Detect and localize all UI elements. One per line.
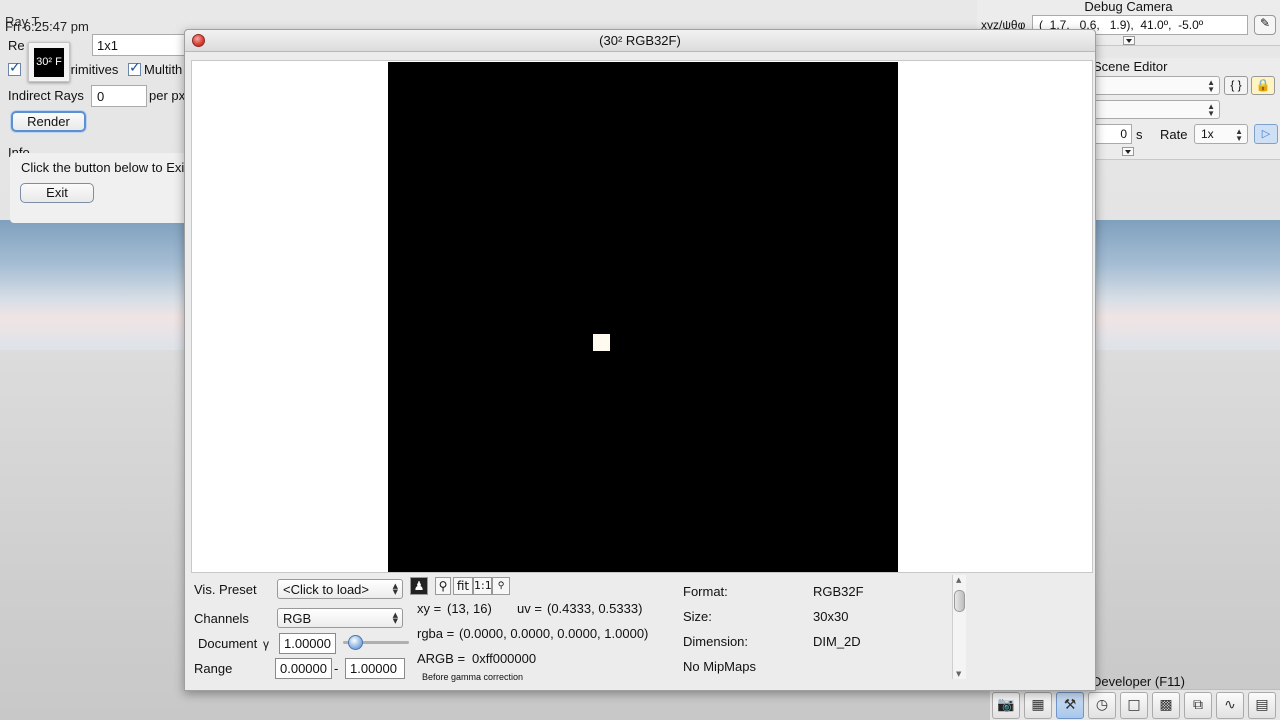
- multithread-checkbox[interactable]: [128, 60, 141, 76]
- window-titlebar[interactable]: (30² RGB32F): [185, 30, 1095, 52]
- document-gamma-label: Document: [198, 636, 258, 651]
- dimension-value: DIM_2D: [813, 634, 861, 649]
- gamma-symbol: γ: [263, 637, 269, 651]
- range-max-input[interactable]: 1.00000: [345, 658, 405, 679]
- camera-icon[interactable]: 📷: [992, 692, 1020, 719]
- indirect-rays-label: Indirect Rays: [8, 88, 84, 103]
- texture-thumbnail[interactable]: 30² F: [28, 42, 70, 82]
- updown-arrows-icon: ▲ ▼: [1207, 102, 1215, 118]
- developer-label: Developer (F11): [1092, 674, 1185, 689]
- render-button[interactable]: Render: [11, 111, 86, 132]
- entity-select-dropdown[interactable]: ▲ ▼: [1090, 100, 1220, 119]
- clock-text: Fri 6:25:47 pm: [5, 19, 89, 34]
- resolution-label: Re: [8, 38, 25, 53]
- texture-image[interactable]: [388, 62, 898, 572]
- multithread-label: Multith: [144, 62, 183, 77]
- range-separator: -: [334, 661, 339, 676]
- tools-icon[interactable]: ⚒: [1056, 692, 1084, 719]
- thumbnail-label: 30² F: [34, 48, 64, 77]
- window-title: (30² RGB32F): [599, 33, 681, 48]
- vis-preset-label: Vis. Preset: [194, 582, 257, 597]
- dimension-label: Dimension:: [683, 634, 749, 649]
- braces-icon[interactable]: { }: [1224, 76, 1248, 95]
- rgba-label: rgba =: [417, 626, 455, 641]
- xy-value: (13, 16): [447, 601, 492, 616]
- updown-arrows-icon: ▲ ▼: [1207, 78, 1215, 94]
- scrollbar-thumb[interactable]: [954, 590, 965, 612]
- format-label: Format:: [683, 584, 728, 599]
- fit-button[interactable]: fit: [453, 577, 473, 595]
- size-label: Size:: [683, 609, 712, 624]
- monitor-icon[interactable]: ∿: [1216, 692, 1244, 719]
- info-scrollbar[interactable]: ▲ ▼: [952, 575, 966, 679]
- texture-viewer-window: (30² RGB32F) Vis. Preset <Click to load>…: [184, 29, 1096, 691]
- note-icon[interactable]: □: [1120, 692, 1148, 719]
- gamma-note: Before gamma correction: [422, 672, 524, 682]
- person-icon[interactable]: ♟: [410, 577, 428, 595]
- updown-arrows-icon: ▲ ▼: [392, 582, 398, 596]
- primitives-label: Primitives: [62, 62, 119, 77]
- uv-label: uv =: [517, 601, 542, 616]
- developer-toolbar: 📷 ▦ ⚒ ◷ □ ▩ ⧉ ∿ ▤: [990, 689, 1280, 720]
- scroll-down-icon[interactable]: ▼: [956, 670, 961, 678]
- rate-value: 1x: [1201, 127, 1214, 141]
- channels-label: Channels: [194, 611, 249, 626]
- debug-camera-title: Debug Camera: [1084, 0, 1173, 14]
- primitives-checkbox[interactable]: [8, 60, 21, 76]
- scroll-up-icon[interactable]: ▲: [956, 576, 961, 584]
- terminal-icon[interactable]: ▩: [1152, 692, 1180, 719]
- scene-select-dropdown[interactable]: ▲ ▼: [1090, 76, 1220, 95]
- gamma-slider-thumb[interactable]: [348, 635, 363, 650]
- scene-editor-expand-button[interactable]: [1122, 147, 1134, 156]
- range-min-input[interactable]: 0.00000: [275, 658, 332, 679]
- resolution-dropdown[interactable]: 1x1: [92, 34, 192, 56]
- texture-canvas[interactable]: [191, 60, 1093, 573]
- multithread-checkbox-row[interactable]: Multith: [128, 60, 183, 77]
- document-icon[interactable]: ▤: [1248, 692, 1276, 719]
- lock-icon[interactable]: 🔒: [1251, 76, 1275, 95]
- play-icon[interactable]: ▷: [1254, 124, 1278, 144]
- highlighted-pixel: [593, 334, 610, 351]
- rgba-value: (0.0000, 0.0000, 0.0000, 1.0000): [459, 626, 649, 641]
- range-label: Range: [194, 661, 233, 676]
- argb-label: ARGB =: [417, 651, 466, 666]
- clock-icon[interactable]: ◷: [1088, 692, 1116, 719]
- argb-value: 0xff000000: [472, 651, 537, 666]
- exit-button[interactable]: Exit: [20, 183, 94, 203]
- vis-preset-value: <Click to load>: [283, 582, 369, 597]
- xy-label: xy =: [417, 601, 442, 616]
- updown-arrows-icon: ▲ ▼: [1235, 127, 1243, 143]
- info-text: Click the button below to Exit: [21, 160, 188, 175]
- one-to-one-button[interactable]: 1:1: [473, 577, 492, 595]
- clapper-icon[interactable]: ▦: [1024, 692, 1052, 719]
- time-input[interactable]: 0: [1090, 124, 1132, 144]
- eyedropper-icon[interactable]: ⚲: [435, 577, 451, 595]
- channels-dropdown[interactable]: RGB ▲ ▼: [277, 608, 403, 628]
- gamma-input[interactable]: 1.00000: [279, 633, 336, 654]
- time-unit-label: s: [1136, 127, 1143, 142]
- channels-value: RGB: [283, 611, 312, 626]
- debug-camera-expand-button[interactable]: [1123, 36, 1135, 45]
- format-value: RGB32F: [813, 584, 864, 599]
- eraser-icon[interactable]: ✎: [1254, 15, 1276, 35]
- indirect-rays-input[interactable]: 0: [91, 85, 147, 107]
- uv-value: (0.4333, 0.5333): [547, 601, 643, 616]
- size-value: 30x30: [813, 609, 849, 624]
- windows-icon[interactable]: ⧉: [1184, 692, 1212, 719]
- rate-dropdown[interactable]: 1x ▲ ▼: [1194, 124, 1248, 144]
- pin-icon[interactable]: ⚲: [492, 577, 510, 595]
- scene-editor-panel: Scene Editor ▲ ▼ ▲ ▼ { } 🔒 0 s Rate 1x ▲ ▼ ▷: [1090, 58, 1280, 160]
- updown-arrows-icon: ▲ ▼: [392, 611, 398, 625]
- mipmaps-text: No MipMaps: [683, 659, 756, 674]
- per-px-label: per px: [149, 88, 186, 103]
- scene-editor-title: Scene Editor: [1093, 59, 1168, 74]
- rate-label: Rate: [1160, 127, 1188, 142]
- vis-preset-dropdown[interactable]: <Click to load> ▲ ▼: [277, 579, 403, 599]
